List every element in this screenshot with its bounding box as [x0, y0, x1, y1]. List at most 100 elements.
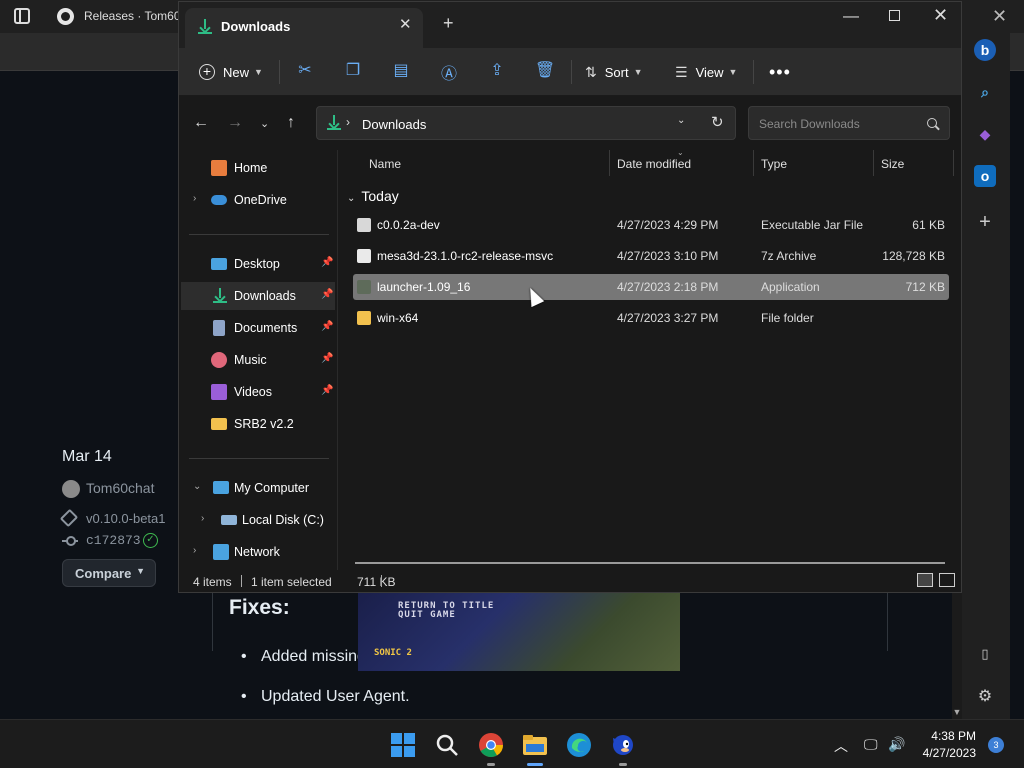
- column-divider[interactable]: [753, 150, 754, 176]
- chevron-right-icon[interactable]: ›: [201, 513, 204, 524]
- column-header-date[interactable]: Date modified: [617, 157, 691, 171]
- pin-icon[interactable]: 📌: [321, 321, 333, 332]
- table-row[interactable]: mesa3d-23.1.0-rc2-release-msvc 4/27/2023 …: [353, 243, 949, 269]
- new-tab-button[interactable]: +: [443, 13, 454, 34]
- minimize-button[interactable]: —: [843, 8, 859, 26]
- sidebar-toggle-icon[interactable]: ▯: [974, 643, 996, 665]
- recent-locations-icon[interactable]: ⌄: [260, 117, 269, 130]
- chevron-down-icon[interactable]: ⌄: [193, 481, 201, 492]
- group-header[interactable]: ⌄ Today: [347, 188, 399, 204]
- column-header-type[interactable]: Type: [761, 157, 787, 171]
- share-icon[interactable]: ⇪: [485, 60, 509, 82]
- sidebar-item-home[interactable]: Home: [181, 154, 335, 182]
- refresh-icon[interactable]: ↻: [711, 113, 724, 131]
- clock-date[interactable]: 4/27/2023: [914, 746, 976, 760]
- file-explorer-icon[interactable]: [522, 732, 548, 758]
- sidebar-item-my-computer[interactable]: ⌄ My Computer: [181, 474, 335, 502]
- close-icon[interactable]: ✕: [399, 15, 412, 33]
- tab-actions-icon[interactable]: [14, 8, 30, 24]
- table-row[interactable]: c0.0.2a-dev 4/27/2023 4:29 PM Executable J…: [353, 212, 949, 238]
- edge-icon[interactable]: [566, 732, 592, 758]
- pin-icon[interactable]: 📌: [321, 353, 333, 364]
- start-icon[interactable]: [390, 732, 416, 758]
- outlook-icon[interactable]: o: [974, 165, 996, 187]
- forward-icon[interactable]: →: [227, 114, 243, 132]
- chevron-right-icon[interactable]: ›: [193, 545, 196, 556]
- sidebar-item-label: Home: [234, 161, 268, 175]
- breadcrumb[interactable]: Downloads: [362, 117, 426, 132]
- sonic-game-icon[interactable]: [610, 732, 636, 758]
- chevron-up-icon[interactable]: ︿: [834, 736, 848, 756]
- column-divider[interactable]: [609, 150, 610, 176]
- pane-splitter[interactable]: [337, 150, 338, 570]
- release-commit[interactable]: c172873: [86, 533, 141, 548]
- copilot-icon[interactable]: ◆: [974, 123, 996, 145]
- up-icon[interactable]: ↑: [287, 114, 295, 132]
- sidebar-item-downloads[interactable]: Downloads 📌: [181, 282, 335, 310]
- chevron-right-icon[interactable]: ›: [193, 193, 196, 204]
- window-close-button[interactable]: ✕: [933, 5, 948, 26]
- sort-button[interactable]: ⇅ Sort ▼: [585, 60, 643, 84]
- rename-icon[interactable]: Ⓐ: [437, 60, 461, 83]
- tab-downloads[interactable]: Downloads ✕: [185, 8, 423, 48]
- music-icon: [211, 352, 227, 368]
- sidebar-item-music[interactable]: Music 📌: [181, 346, 335, 374]
- copy-icon[interactable]: ❐: [341, 60, 365, 82]
- details-view-icon[interactable]: [917, 573, 933, 587]
- search-icon[interactable]: [434, 732, 460, 758]
- chrome-icon[interactable]: [478, 732, 504, 758]
- clock-time[interactable]: 4:38 PM: [914, 729, 976, 743]
- sidebar-item-label: Downloads: [234, 289, 296, 303]
- browser-close-button[interactable]: ✕: [992, 6, 1007, 27]
- paste-icon[interactable]: ▤: [389, 60, 413, 82]
- desktop-icon: [211, 258, 227, 270]
- sidebar-item-desktop[interactable]: Desktop 📌: [181, 250, 335, 278]
- column-divider[interactable]: [873, 150, 874, 176]
- search-icon[interactable]: [927, 118, 937, 128]
- gear-icon[interactable]: ⚙: [974, 685, 996, 707]
- sidebar-item-local-disk[interactable]: › Local Disk (C:): [181, 506, 335, 534]
- column-header-size[interactable]: Size: [881, 157, 904, 171]
- address-bar[interactable]: › Downloads ⌄ ↻: [316, 106, 736, 140]
- selection-size: 711 KB: [357, 575, 396, 589]
- column-divider[interactable]: [953, 150, 954, 176]
- new-button[interactable]: + New ▼: [199, 60, 263, 84]
- sidebar-item-srb2[interactable]: SRB2 v2.2: [181, 410, 335, 438]
- table-row[interactable]: launcher-1.09_16 4/27/2023 2:18 PM Applica…: [353, 274, 949, 300]
- compare-button[interactable]: Compare ▼: [62, 559, 156, 587]
- toolbar-divider: [571, 60, 572, 84]
- more-options-icon[interactable]: •••: [769, 60, 791, 84]
- network-status-icon[interactable]: 🖵: [864, 736, 878, 753]
- scroll-down-icon[interactable]: ▼: [952, 707, 962, 717]
- horizontal-scrollbar[interactable]: [355, 562, 945, 564]
- release-author[interactable]: Tom60chat: [86, 480, 154, 496]
- browser-tab-title[interactable]: Releases · Tom60c: [84, 9, 187, 23]
- notification-badge[interactable]: 3: [988, 737, 1004, 753]
- column-header-name[interactable]: Name: [369, 157, 401, 171]
- pin-icon[interactable]: 📌: [321, 289, 333, 300]
- avatar[interactable]: [62, 480, 80, 498]
- maximize-button[interactable]: [889, 10, 900, 21]
- pin-icon[interactable]: 📌: [321, 257, 333, 268]
- pin-icon[interactable]: 📌: [321, 385, 333, 396]
- add-icon[interactable]: +: [974, 211, 996, 233]
- delete-icon[interactable]: 🗑: [533, 60, 557, 82]
- tiles-view-icon[interactable]: [939, 573, 955, 587]
- search-icon[interactable]: ⌕: [974, 81, 996, 103]
- view-button[interactable]: ☰ View ▼: [675, 60, 737, 84]
- sidebar-item-onedrive[interactable]: › OneDrive: [181, 186, 335, 214]
- release-tag[interactable]: v0.10.0-beta1: [86, 511, 166, 526]
- chevron-down-icon[interactable]: ⌄: [677, 115, 685, 126]
- sidebar-item-videos[interactable]: Videos 📌: [181, 378, 335, 406]
- volume-icon[interactable]: 🔊: [888, 736, 905, 753]
- sidebar-item-documents[interactable]: Documents 📌: [181, 314, 335, 342]
- cut-icon[interactable]: ✂: [293, 60, 317, 82]
- breadcrumb-chevron-icon[interactable]: ›: [346, 115, 350, 129]
- table-row[interactable]: win-x64 4/27/2023 3:27 PM File folder: [353, 305, 949, 331]
- bing-icon[interactable]: b: [974, 39, 996, 61]
- back-icon[interactable]: ←: [193, 114, 209, 132]
- sidebar-item-network[interactable]: › Network: [181, 538, 335, 566]
- file-date: 4/27/2023 3:27 PM: [617, 311, 719, 325]
- search-input[interactable]: Search Downloads: [748, 106, 950, 140]
- network-icon: [213, 544, 229, 560]
